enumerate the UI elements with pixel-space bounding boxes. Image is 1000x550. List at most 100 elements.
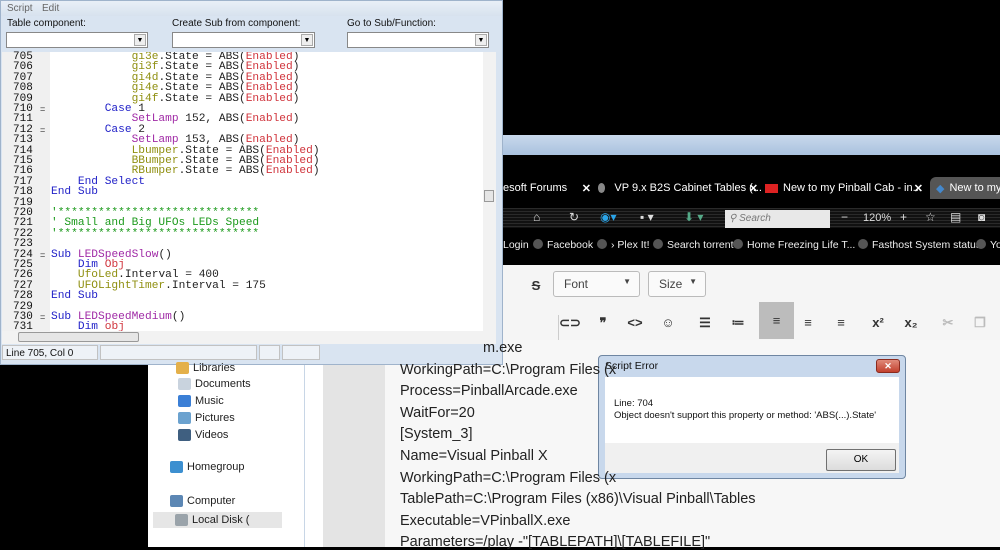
superscript-icon[interactable]: x² bbox=[863, 308, 893, 338]
dialog-footer: OK bbox=[605, 443, 899, 473]
size-select[interactable]: Size ▼ bbox=[648, 271, 706, 297]
addon-icon[interactable]: ▪ ▾ bbox=[640, 210, 654, 224]
zoom-out-button[interactable]: − bbox=[841, 210, 848, 224]
fold-toggle-icon[interactable]: = bbox=[40, 125, 45, 135]
tab-vp-b2s[interactable]: VP 9.x B2S Cabinet Tables (... ✕ bbox=[598, 177, 762, 199]
bookmark-facebook[interactable]: Facebook bbox=[533, 239, 593, 251]
create-sub-combo[interactable]: ▼ bbox=[172, 32, 315, 48]
align-left-icon[interactable]: ≡ bbox=[759, 302, 794, 339]
menu-edit[interactable]: Edit bbox=[42, 3, 59, 14]
code-token-pl: () bbox=[171, 311, 186, 323]
strikethrough-button[interactable]: S bbox=[521, 271, 551, 301]
explorer-item-videos[interactable]: Videos bbox=[178, 429, 228, 441]
align-center-icon[interactable]: ≡ bbox=[793, 308, 823, 338]
pictures-icon bbox=[178, 412, 191, 424]
bookmark-plex[interactable]: › Plex It! bbox=[597, 239, 650, 251]
zoom-level[interactable]: 120% bbox=[863, 212, 891, 224]
code-icon[interactable]: <> bbox=[620, 308, 650, 338]
cursor-position: Line 705, Col 0 bbox=[2, 345, 98, 360]
download-icon[interactable]: ⬇ ▾ bbox=[684, 210, 703, 224]
code-token-pl: .State = ABS( bbox=[178, 165, 266, 178]
page-text-line: WorkingPath=C:\Program Files (x bbox=[400, 361, 617, 378]
music-icon bbox=[178, 395, 191, 407]
cut-icon[interactable]: ✂ bbox=[933, 308, 963, 338]
explorer-item-label: Pictures bbox=[195, 412, 235, 424]
line-number-gutter: 705 706 707 708 709 710 = 711 712 = 713 714 715 716 71… bbox=[2, 51, 50, 333]
fold-toggle-icon[interactable]: = bbox=[40, 104, 45, 114]
menu-script[interactable]: Script bbox=[7, 3, 33, 14]
reader-icon[interactable]: ⌂ bbox=[533, 210, 540, 224]
align-right-icon[interactable]: ≡ bbox=[826, 308, 856, 338]
clipboard-icon[interactable]: ▤ bbox=[950, 210, 961, 224]
explorer-item-label: Local Disk ( bbox=[192, 514, 250, 526]
computer-icon bbox=[170, 495, 183, 507]
close-icon[interactable]: ✕ bbox=[749, 182, 758, 195]
numbered-list-icon[interactable]: ≔ bbox=[723, 308, 753, 338]
code-token-kw: Dim bbox=[77, 321, 99, 331]
page-text-line: Parameters=/play -"[TABLEPATH]\[TABLEFIL… bbox=[400, 534, 711, 550]
status-pane bbox=[100, 345, 257, 360]
dropdown-arrow-icon: ▼ bbox=[475, 34, 487, 46]
vertical-scrollbar[interactable] bbox=[483, 52, 496, 331]
code-line: '****************************** bbox=[51, 228, 259, 239]
subscript-icon[interactable]: x₂ bbox=[896, 308, 926, 338]
table-component-combo[interactable]: ▼ bbox=[6, 32, 148, 48]
code-token-pl: ) bbox=[312, 165, 320, 178]
caret-down-icon: ▼ bbox=[689, 277, 697, 286]
link-icon[interactable]: ⊂⊃ bbox=[555, 308, 585, 338]
status-pane bbox=[282, 345, 320, 360]
code-token-var: Enabled bbox=[245, 92, 293, 105]
horizontal-scrollbar[interactable] bbox=[2, 331, 496, 344]
bullet-list-icon[interactable]: ☰ bbox=[690, 308, 720, 338]
tab-gmail[interactable]: New to my Pinball Cab - in... ✕ bbox=[765, 177, 927, 199]
ok-button[interactable]: OK bbox=[826, 449, 896, 471]
copy-icon[interactable]: ❐ bbox=[965, 308, 995, 338]
zoom-in-button[interactable]: + bbox=[900, 210, 907, 224]
code-line: End Sub bbox=[51, 291, 98, 302]
scroll-thumb[interactable] bbox=[484, 190, 494, 202]
explorer-item-label: Music bbox=[195, 395, 224, 407]
dialog-body: Line: 704 Object doesn't support this pr… bbox=[605, 377, 899, 443]
dropdown-arrow-icon: ▼ bbox=[134, 34, 146, 46]
reload-icon[interactable]: ↻ bbox=[569, 210, 579, 224]
code-editor[interactable]: gi3e.State = ABS(Enabled) gi3f.State = A… bbox=[50, 52, 483, 331]
bookmark-yo[interactable]: Yo bbox=[976, 239, 1000, 251]
fold-toggle-icon[interactable]: = bbox=[40, 250, 45, 260]
explorer-item-documents[interactable]: Documents bbox=[178, 378, 251, 390]
size-select-value: Size bbox=[659, 277, 683, 291]
code-token-pl: 152, ABS( bbox=[178, 113, 246, 126]
close-icon[interactable]: ✕ bbox=[582, 182, 591, 195]
bookmark-star-icon[interactable]: ☆ bbox=[925, 210, 936, 224]
script-error-dialog: Script Error ✕ Line: 704 Object doesn't … bbox=[598, 355, 906, 479]
explorer-item-pictures[interactable]: Pictures bbox=[178, 412, 235, 424]
bookmark-login[interactable]: Login bbox=[503, 239, 529, 251]
bookmark-home[interactable]: Home Freezing Life T... bbox=[733, 239, 855, 251]
status-bar: Line 705, Col 0 bbox=[2, 345, 501, 362]
bookmark-fasthost[interactable]: Fasthost System status bbox=[858, 239, 981, 251]
explorer-item-computer[interactable]: Computer bbox=[170, 495, 235, 507]
explorer-item-local-disk-[interactable]: Local Disk ( bbox=[153, 512, 282, 528]
rich-editor-toolbar: S Font ▼ Size ▼ ⊂⊃ ❞ <> ☺ ☰ ≔ ≡ ≡ ≡ x² x₂ ✂ ❐ bbox=[503, 265, 1000, 340]
tab-esoft-forums[interactable]: esoft Forums ✕ bbox=[503, 177, 595, 199]
emoji-icon[interactable]: ☺ bbox=[653, 308, 683, 338]
search-input[interactable]: ⚲ Search bbox=[725, 210, 830, 228]
goto-sub-combo[interactable]: ▼ bbox=[347, 32, 489, 48]
explorer-item-homegroup[interactable]: Homegroup bbox=[170, 461, 244, 473]
pocket-icon[interactable]: ◙ bbox=[978, 210, 985, 224]
status-pane bbox=[259, 345, 280, 360]
font-select[interactable]: Font ▼ bbox=[553, 271, 640, 297]
scroll-thumb[interactable] bbox=[18, 332, 139, 342]
explorer-item-libraries[interactable]: Libraries bbox=[176, 362, 235, 374]
bookmark-search-torrent[interactable]: Search torrent bbox=[653, 239, 734, 251]
quote-icon[interactable]: ❞ bbox=[588, 308, 618, 338]
fold-toggle-icon[interactable]: = bbox=[40, 312, 45, 322]
tab-active[interactable]: ◆ New to my bbox=[930, 177, 1000, 199]
close-icon[interactable]: ✕ bbox=[914, 182, 923, 195]
local-disk-icon bbox=[175, 514, 188, 526]
page-text-line: WaitFor=20 bbox=[400, 404, 475, 421]
page-text-line: Process=PinballArcade.exe bbox=[400, 383, 578, 400]
close-button[interactable]: ✕ bbox=[876, 359, 900, 373]
explorer-item-music[interactable]: Music bbox=[178, 395, 224, 407]
explorer-item-label: Documents bbox=[195, 378, 251, 390]
sync-icon[interactable]: ◉▾ bbox=[600, 210, 617, 224]
